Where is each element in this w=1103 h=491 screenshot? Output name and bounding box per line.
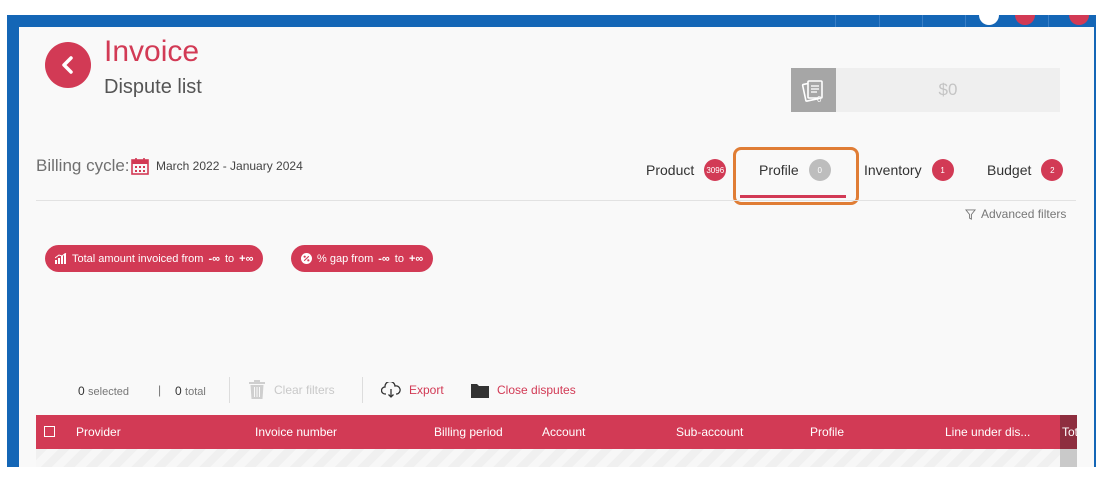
chip-from: -∞ — [378, 252, 390, 265]
total-label: total — [185, 386, 206, 398]
column-header-profile[interactable]: Profile — [810, 415, 844, 449]
tab-badge: 2 — [1041, 159, 1064, 181]
divider — [36, 200, 1076, 201]
amount-value: $0 — [938, 80, 958, 99]
cloud-download-icon — [381, 382, 401, 398]
chip-label: % gap from — [317, 252, 374, 265]
column-header-total[interactable]: Tot — [1062, 415, 1077, 449]
invoices-count: 0 — [817, 95, 822, 104]
export-label: Export — [409, 383, 444, 397]
tab-budget[interactable]: Budget 2 — [987, 155, 1064, 185]
alert-badge-icon[interactable] — [1065, 15, 1093, 27]
column-header-provider[interactable]: Provider — [76, 415, 121, 449]
toolbar-separator — [229, 377, 230, 403]
chevron-left-icon — [62, 56, 73, 74]
select-all-checkbox[interactable] — [44, 426, 55, 437]
total-number: 0 — [175, 384, 182, 398]
filter-chip-total-amount[interactable]: Total amount invoiced from -∞ to +∞ — [45, 245, 264, 272]
tab-badge: 3096 — [704, 159, 727, 181]
toolbar-separator — [362, 377, 363, 403]
selected-number: 0 — [78, 384, 85, 398]
tab-label: Product — [646, 162, 695, 178]
app-frame: Invoice Dispute list 0 $0 Billing cycle: — [7, 15, 1096, 467]
topbar-separator — [922, 15, 923, 27]
selected-count: 0 selected — [78, 384, 129, 398]
advanced-filters-label: Advanced filters — [981, 207, 1067, 221]
back-button[interactable] — [45, 42, 91, 88]
column-header-total-cell: Tot — [1060, 415, 1077, 449]
tab-badge: 1 — [931, 159, 954, 181]
topbar-separator — [1048, 15, 1049, 27]
advanced-filters-button[interactable]: Advanced filters — [965, 207, 1066, 221]
chip-to: +∞ — [239, 252, 254, 265]
close-disputes-button[interactable]: Close disputes — [471, 378, 576, 402]
folder-icon — [471, 383, 489, 398]
tab-product[interactable]: Product 3096 — [646, 155, 727, 185]
highlight-annotation — [733, 147, 859, 205]
topbar-separator — [965, 15, 966, 27]
clear-filters-label: Clear filters — [274, 383, 335, 397]
table-header: Provider Invoice number Billing period A… — [36, 415, 1077, 449]
chip-to-word: to — [394, 252, 404, 265]
chip-label: Total amount invoiced from — [72, 252, 204, 265]
chip-to: +∞ — [408, 252, 424, 265]
vertical-scrollbar[interactable] — [1060, 449, 1077, 467]
table-loading-rows — [36, 449, 1060, 467]
export-button[interactable]: Export — [381, 378, 444, 402]
page-title: Invoice — [104, 35, 200, 68]
tab-inventory[interactable]: Inventory 1 — [864, 155, 954, 185]
column-header-account[interactable]: Account — [542, 415, 585, 449]
topbar-separator — [835, 15, 836, 27]
topbar-separator — [879, 15, 880, 27]
calendar-icon[interactable] — [131, 157, 149, 175]
filter-chip-gap[interactable]: % gap from -∞ to +∞ — [291, 245, 434, 272]
user-avatar-icon[interactable] — [975, 15, 1003, 27]
billing-cycle-label: Billing cycle: — [36, 156, 130, 175]
invoices-icon: 0 — [791, 68, 836, 112]
count-separator: | — [158, 383, 162, 397]
trash-icon — [249, 380, 265, 399]
column-header-billing-period[interactable]: Billing period — [434, 415, 503, 449]
chip-to-word: to — [224, 252, 235, 265]
bar-chart-icon — [55, 253, 67, 264]
main-panel: Invoice Dispute list 0 $0 Billing cycle: — [19, 27, 1094, 467]
column-header-sub-account[interactable]: Sub-account — [676, 415, 743, 449]
tab-label: Budget — [987, 162, 1032, 178]
close-disputes-label: Close disputes — [497, 383, 576, 397]
selected-label: selected — [88, 386, 130, 398]
total-count: 0 total — [175, 384, 206, 398]
page-subtitle: Dispute list — [104, 76, 202, 98]
filter-icon — [965, 208, 976, 220]
notification-badge-icon[interactable] — [1011, 15, 1039, 27]
column-header-invoice-number[interactable]: Invoice number — [255, 415, 337, 449]
clear-filters-button[interactable]: Clear filters — [248, 378, 335, 402]
column-header-line-under-dispute[interactable]: Line under dis... — [945, 415, 1030, 449]
chip-from: -∞ — [208, 252, 220, 265]
amount-summary: 0 $0 — [791, 68, 1060, 112]
tab-label: Inventory — [864, 162, 922, 178]
billing-cycle-value[interactable]: March 2022 - January 2024 — [156, 159, 303, 173]
percent-icon — [301, 253, 312, 264]
